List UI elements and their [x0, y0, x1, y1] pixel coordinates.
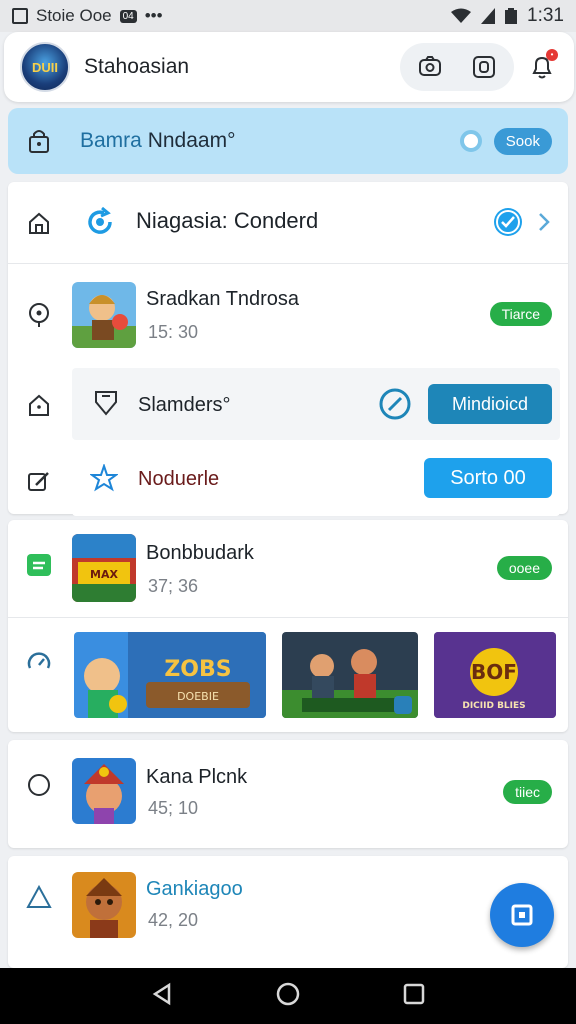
- battery-icon: [505, 8, 518, 24]
- location-icon: [24, 300, 54, 330]
- home-button[interactable]: [275, 981, 301, 1012]
- refresh-icon: [82, 204, 118, 245]
- game-thumbnail: [72, 282, 136, 348]
- list-item[interactable]: Kana Plcnk 45; 10 tiiec: [8, 740, 568, 848]
- home-circle-icon: [276, 982, 300, 1005]
- list-item[interactable]: MAX Bonbbudark 37; 36 ooee: [8, 520, 568, 618]
- game-thumbnail: MAX: [72, 534, 136, 602]
- banner-title-b: Nndaam: [141, 129, 228, 152]
- back-button[interactable]: [150, 982, 174, 1011]
- gauge-icon: [24, 648, 54, 678]
- content-card: Gankiagoo 42, 20: [8, 856, 568, 968]
- avatar[interactable]: DUII: [20, 42, 70, 92]
- banner-title-a: Bamra: [80, 129, 142, 152]
- status-more-icon: •••: [144, 6, 163, 25]
- notification-dot: •: [546, 49, 558, 61]
- floating-action-button[interactable]: [490, 883, 554, 947]
- recents-icon: [403, 983, 424, 1004]
- header-action-group: [400, 43, 514, 91]
- triangle-icon: [24, 882, 54, 912]
- recents-button[interactable]: [402, 982, 426, 1011]
- game-title: Bonbbudark: [146, 542, 254, 564]
- score-button[interactable]: Sorto 00: [424, 458, 552, 498]
- photo-icon: [473, 56, 495, 78]
- home-outline-icon: [24, 390, 54, 420]
- notifications-button[interactable]: •: [526, 49, 558, 83]
- game-subtitle: 42, 20: [148, 910, 199, 930]
- banner-sub-text: DOEBIE: [177, 690, 219, 703]
- promo-banner[interactable]: Bamra Nndaam° Sook: [8, 108, 568, 174]
- status-app-text: Stoie Ooe: [36, 6, 112, 25]
- banner-radio[interactable]: [459, 130, 482, 152]
- photo-button[interactable]: [468, 51, 500, 83]
- app-header: DUII Stahoasian •: [4, 32, 574, 102]
- signal-icon: [481, 8, 496, 24]
- game-thumbnail: [72, 872, 136, 938]
- wifi-icon: [451, 8, 472, 23]
- shield-icon: [92, 388, 120, 423]
- back-icon: [153, 982, 171, 1005]
- section-title: Niagasia: Conderd: [136, 208, 319, 233]
- game-banner[interactable]: BOF DICIID BLIES: [434, 632, 556, 718]
- status-badge[interactable]: Tiarce: [489, 302, 552, 326]
- sub-item-label: Noduerle: [138, 468, 220, 490]
- game-banner[interactable]: [282, 632, 418, 718]
- section-row[interactable]: Niagasia: Conderd: [8, 182, 568, 264]
- avatar-text: DUII: [32, 59, 58, 75]
- action-button[interactable]: Mindioicd: [428, 384, 552, 424]
- game-subtitle: 15: 30: [148, 322, 199, 342]
- square-icon: [511, 904, 533, 926]
- edit-circle-icon[interactable]: [378, 387, 412, 426]
- notification-icon: [12, 8, 28, 24]
- status-badge[interactable]: ooee: [496, 556, 552, 580]
- status-time: 1:31: [527, 5, 564, 26]
- banner-button[interactable]: Sook: [493, 127, 552, 155]
- banner-title-mark: °: [227, 129, 236, 152]
- edit-icon[interactable]: [24, 466, 54, 496]
- camera-icon: [419, 56, 441, 76]
- banner-text: ZOBS: [164, 657, 231, 682]
- status-badge[interactable]: tiiec: [503, 780, 552, 804]
- game-banner[interactable]: DOEBIE ZOBS: [74, 632, 266, 718]
- star-icon: [88, 462, 120, 497]
- home-icon: [24, 208, 54, 238]
- svg-text:MAX: MAX: [90, 568, 118, 581]
- game-title: Gankiagoo: [146, 878, 243, 900]
- circle-icon: [24, 770, 54, 800]
- check-circle-icon[interactable]: [492, 206, 524, 243]
- page-title: Stahoasian: [84, 55, 190, 78]
- banner-sub-text: DICIID BLIES: [462, 701, 525, 711]
- game-thumbnail: [72, 758, 136, 824]
- wallet-icon: [24, 550, 54, 580]
- content-card: Kana Plcnk 45; 10 tiiec: [8, 740, 568, 848]
- banner-title: Bamra Nndaam°: [80, 129, 235, 153]
- game-title: Sradkan Tndrosa: [146, 288, 300, 310]
- sub-item-label: Slamders°: [138, 394, 230, 417]
- content-card: Niagasia: Conderd Sradkan Tndrosa 15: 30…: [8, 182, 568, 516]
- sub-item-label-mark: °: [222, 394, 231, 416]
- list-item[interactable]: Sradkan Tndrosa 15: 30 Tiarce: [8, 266, 568, 366]
- game-subtitle: 45; 10: [148, 798, 199, 818]
- game-subtitle: 37; 36: [148, 576, 199, 596]
- sub-item-label-text: Slamders: [138, 394, 223, 416]
- list-item[interactable]: Gankiagoo 42, 20: [8, 856, 568, 968]
- chevron-right-icon[interactable]: [536, 210, 552, 239]
- system-nav-bar: [0, 968, 576, 1024]
- camera-button[interactable]: [414, 51, 446, 83]
- status-badge: 04: [119, 9, 137, 23]
- content-card: MAX Bonbbudark 37; 36 ooee DOEBIE ZOBS BO…: [8, 520, 568, 732]
- lock-icon: [29, 130, 49, 153]
- banner-text: BOF: [471, 660, 517, 684]
- status-bar: Stoie Ooe 04 ••• 1:31: [0, 0, 576, 32]
- game-title: Kana Plcnk: [146, 766, 248, 788]
